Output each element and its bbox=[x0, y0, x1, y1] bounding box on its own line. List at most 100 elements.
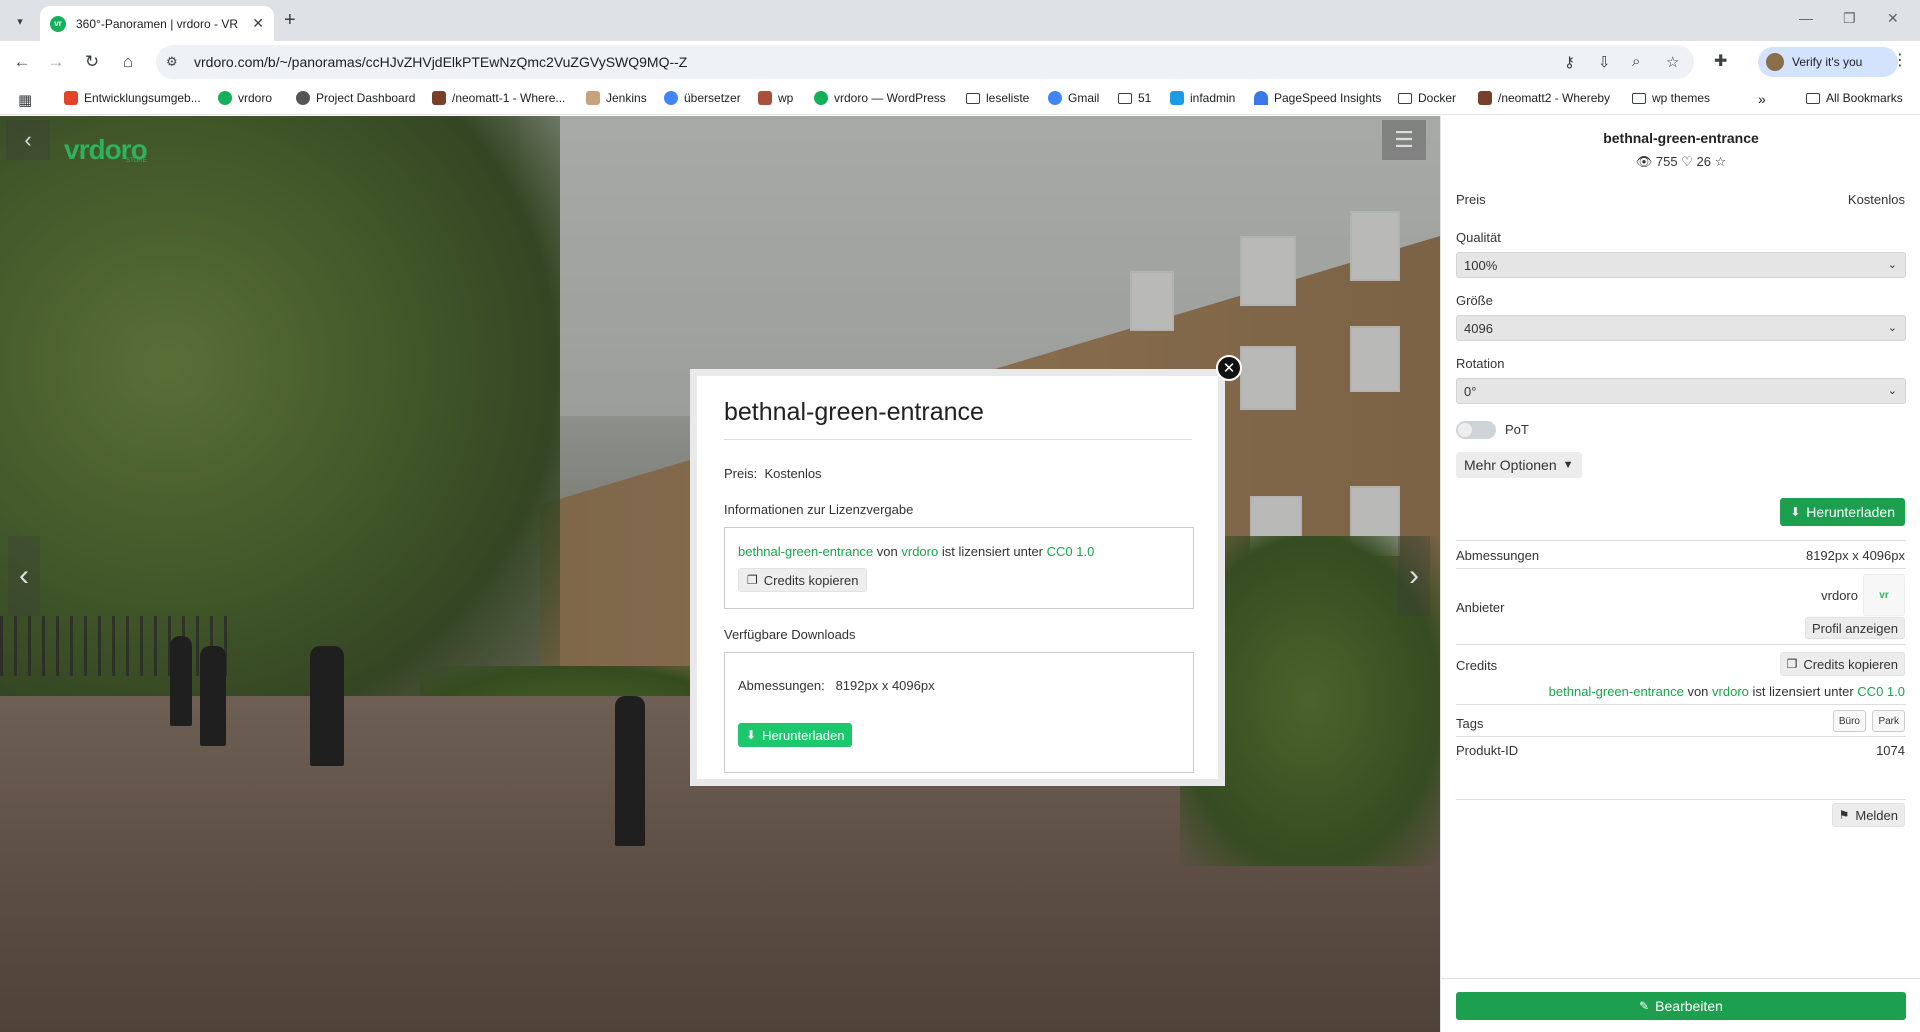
all-bookmarks[interactable]: All Bookmarks bbox=[1806, 91, 1903, 105]
site-info-icon[interactable]: ⚙ bbox=[166, 54, 178, 70]
bookmarks-bar: ▦ Entwicklungsumgeb... vrdoro Project Da… bbox=[0, 83, 1920, 115]
heart-icon[interactable]: ♡ bbox=[1681, 154, 1693, 169]
folder-icon bbox=[966, 92, 980, 104]
folder-icon bbox=[1806, 92, 1820, 104]
close-window-icon[interactable]: ✕ bbox=[1887, 10, 1899, 27]
viewer-prev-icon[interactable]: ‹ bbox=[8, 536, 40, 616]
apps-grid-icon[interactable]: ▦ bbox=[18, 91, 32, 109]
eye-icon: 👁 bbox=[1635, 154, 1653, 169]
restore-icon[interactable]: ❐ bbox=[1843, 10, 1856, 27]
bookmark-item[interactable]: /neomatt-1 - Where... bbox=[432, 91, 565, 105]
product-sidebar: bethnal-green-entrance 👁 755 ♡ 26 ☆ Prei… bbox=[1440, 116, 1920, 1032]
chevron-down-icon: ⌄ bbox=[1887, 322, 1897, 334]
pot-toggle[interactable] bbox=[1456, 421, 1496, 439]
bookmark-item[interactable]: /neomatt2 - Whereby bbox=[1478, 91, 1610, 105]
google-icon bbox=[1048, 91, 1062, 105]
credit-license-link[interactable]: CC0 1.0 bbox=[1857, 684, 1905, 699]
viewer-next-icon[interactable]: › bbox=[1398, 536, 1430, 616]
bookmark-star-icon[interactable]: ☆ bbox=[1666, 53, 1679, 71]
credit-author-link[interactable]: vrdoro bbox=[1712, 684, 1749, 699]
verify-profile-button[interactable]: Verify it's you bbox=[1758, 47, 1898, 77]
bookmark-item[interactable]: leseliste bbox=[966, 91, 1029, 105]
favorite-star-icon[interactable]: ☆ bbox=[1715, 154, 1727, 169]
quality-select[interactable]: 100% ⌄ bbox=[1456, 252, 1906, 278]
license-author-link[interactable]: vrdoro bbox=[901, 544, 938, 559]
credit-name-link[interactable]: bethnal-green-entrance bbox=[1549, 684, 1684, 699]
password-key-icon[interactable]: ⚷ bbox=[1564, 53, 1575, 71]
sidebar-download-button[interactable]: ⬇ Herunterladen bbox=[1780, 498, 1905, 526]
viewer-menu-icon[interactable]: ☰ bbox=[1382, 120, 1426, 160]
modal-download-button[interactable]: ⬇ Herunterladen bbox=[738, 723, 853, 747]
quality-value: 100% bbox=[1464, 258, 1498, 273]
address-bar[interactable]: ⚙ vrdoro.com/b/~/panoramas/ccHJvZHVjdElk… bbox=[156, 45, 1694, 79]
license-type-link[interactable]: CC0 1.0 bbox=[1047, 544, 1095, 559]
chevron-down-icon: ⌄ bbox=[1887, 385, 1897, 397]
new-tab-icon[interactable]: + bbox=[284, 9, 296, 31]
bookmark-item[interactable]: vrdoro — WordPress bbox=[814, 91, 946, 105]
size-select[interactable]: 4096 ⌄ bbox=[1456, 315, 1906, 341]
tag-chip[interactable]: Büro bbox=[1832, 710, 1866, 732]
view-profile-button[interactable]: Profil anzeigen bbox=[1805, 617, 1905, 639]
active-tab[interactable]: vr 360°-Panoramen | vrdoro - VR ✕ bbox=[40, 6, 274, 41]
tag-chip[interactable]: Park bbox=[1872, 710, 1905, 732]
product-id-value: 1074 bbox=[1876, 743, 1905, 758]
bookmark-item[interactable]: vrdoro bbox=[218, 91, 272, 105]
browser-menu-icon[interactable]: ⋮ bbox=[1892, 50, 1908, 70]
viewer-back-icon[interactable]: ‹ bbox=[6, 120, 50, 160]
divider bbox=[1456, 736, 1906, 737]
infadmin-icon bbox=[1170, 91, 1184, 105]
back-icon[interactable]: ← bbox=[10, 51, 34, 73]
bookmark-item[interactable]: wp themes bbox=[1632, 91, 1710, 105]
minimize-icon[interactable]: — bbox=[1799, 10, 1813, 26]
bookmark-item[interactable]: Docker bbox=[1398, 91, 1456, 105]
modal-price: Preis: Kostenlos bbox=[724, 466, 822, 481]
sidebar-download-label: Herunterladen bbox=[1806, 504, 1895, 520]
bookmark-item[interactable]: 51 bbox=[1118, 91, 1151, 105]
divider bbox=[1456, 799, 1906, 800]
forward-icon[interactable]: → bbox=[44, 51, 68, 73]
bookmark-item[interactable]: Jenkins bbox=[586, 91, 647, 105]
copy-credits-button[interactable]: ❐ Credits kopieren bbox=[738, 568, 868, 592]
download-dimensions: Abmessungen: 8192px x 4096px bbox=[738, 678, 935, 693]
credit-mid: ist lizensiert unter bbox=[1752, 684, 1854, 699]
edit-button[interactable]: ✎ Bearbeiten bbox=[1456, 992, 1906, 1020]
credit-text: bethnal-green-entrance von vrdoro ist li… bbox=[1549, 684, 1905, 699]
sidebar-copy-credits-button[interactable]: ❐ Credits kopieren bbox=[1779, 652, 1905, 676]
zoom-icon[interactable]: ⌕ bbox=[1632, 53, 1640, 70]
tab-close-icon[interactable]: ✕ bbox=[252, 15, 264, 32]
bookmark-item[interactable]: Project Dashboard bbox=[296, 91, 415, 105]
rotation-select[interactable]: 0° ⌄ bbox=[1456, 378, 1906, 404]
rotation-value: 0° bbox=[1464, 384, 1477, 399]
modal-close-icon[interactable]: ✕ bbox=[1216, 355, 1242, 381]
home-icon[interactable]: ⌂ bbox=[116, 51, 140, 73]
reload-icon[interactable]: ↻ bbox=[80, 51, 104, 73]
install-app-icon[interactable]: ⇩ bbox=[1598, 53, 1611, 71]
copy-credits-label: Credits kopieren bbox=[763, 572, 859, 588]
tab-search-chevron-icon[interactable]: ▾ bbox=[8, 9, 32, 33]
modal-price-value: Kostenlos bbox=[764, 466, 822, 481]
bookmark-item[interactable]: Gmail bbox=[1048, 91, 1099, 105]
vrdoro-logo-sub: STORE bbox=[126, 158, 147, 164]
size-label: Größe bbox=[1456, 293, 1493, 308]
bookmarks-overflow-icon[interactable]: » bbox=[1758, 91, 1766, 107]
sidebar-stats: 👁 755 ♡ 26 ☆ bbox=[1441, 154, 1920, 170]
report-button[interactable]: ⚑ Melden bbox=[1831, 803, 1905, 827]
bookmark-item[interactable]: übersetzer bbox=[664, 91, 741, 105]
folder-icon bbox=[1398, 92, 1412, 104]
license-name-link[interactable]: bethnal-green-entrance bbox=[738, 544, 873, 559]
extensions-puzzle-icon[interactable]: ✚ bbox=[1714, 51, 1727, 71]
bookmark-item[interactable]: PageSpeed Insights bbox=[1254, 91, 1381, 105]
download-dimensions-label: Abmessungen: bbox=[738, 678, 825, 693]
bookmark-item[interactable]: infadmin bbox=[1170, 91, 1235, 105]
bookmark-item[interactable]: Entwicklungsumgeb... bbox=[64, 91, 201, 105]
divider bbox=[1456, 540, 1906, 541]
bookmark-item[interactable]: wp bbox=[758, 91, 793, 105]
sidebar-copy-credits-label: Credits kopieren bbox=[1803, 656, 1898, 672]
divider bbox=[1456, 568, 1906, 569]
url-text[interactable]: vrdoro.com/b/~/panoramas/ccHJvZHVjdElkPT… bbox=[194, 54, 687, 70]
price-value: Kostenlos bbox=[1847, 192, 1905, 207]
folder-icon bbox=[1118, 92, 1132, 104]
provider-name[interactable]: vrdoro bbox=[1821, 588, 1858, 603]
provider-logo[interactable]: vr bbox=[1863, 574, 1905, 616]
more-options-button[interactable]: Mehr Optionen ▼ bbox=[1456, 452, 1582, 478]
